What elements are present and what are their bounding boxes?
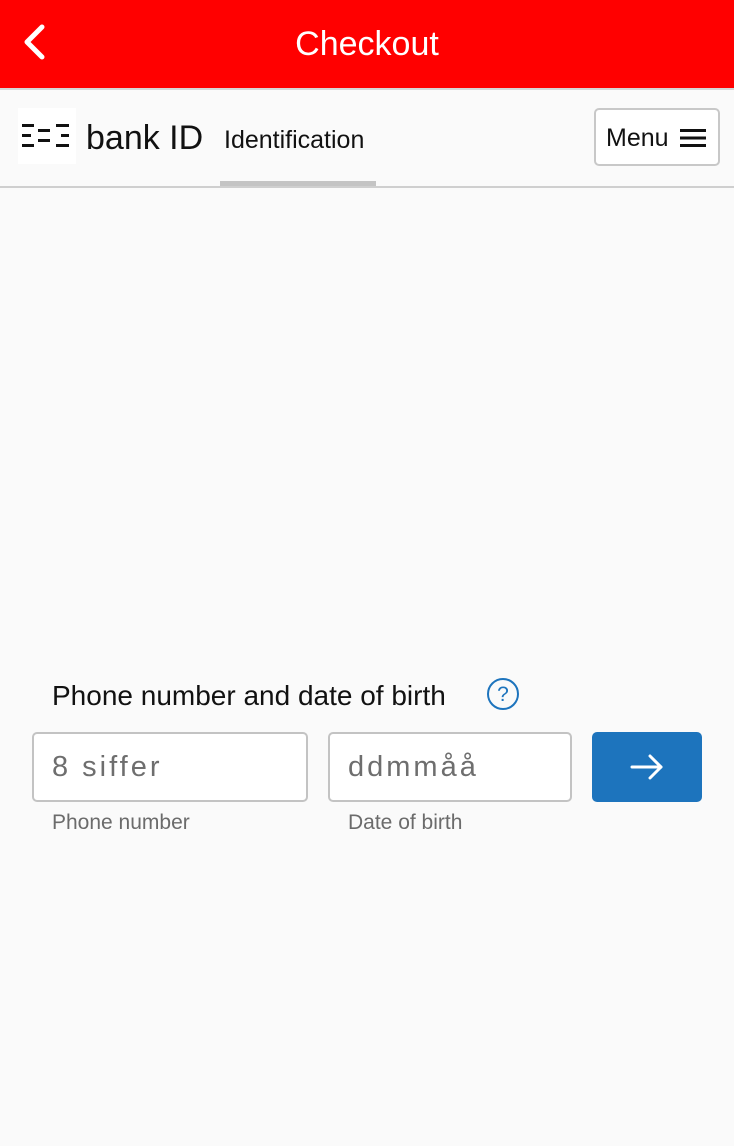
menu-button[interactable]: Menu bbox=[594, 108, 720, 166]
divider bbox=[0, 186, 734, 188]
date-of-birth-input[interactable] bbox=[328, 732, 572, 802]
arrow-right-icon bbox=[630, 754, 663, 780]
bankid-logo-icon bbox=[18, 108, 76, 164]
bankid-wordmark: bank ID bbox=[86, 119, 204, 157]
bankid-header: bank ID Identification Menu bbox=[0, 90, 734, 186]
svg-text:?: ? bbox=[497, 683, 509, 706]
phone-number-caption: Phone number bbox=[52, 811, 190, 834]
tab-identification-label: Identification bbox=[224, 126, 365, 154]
question-circle-icon[interactable]: ? bbox=[486, 677, 520, 711]
form-label: Phone number and date of birth bbox=[52, 680, 446, 711]
tab-identification[interactable]: Identification bbox=[220, 116, 376, 186]
phone-number-input[interactable] bbox=[32, 732, 308, 802]
date-of-birth-caption: Date of birth bbox=[348, 811, 463, 834]
next-button[interactable] bbox=[592, 732, 702, 802]
top-app-bar: Checkout bbox=[0, 0, 734, 88]
checkout-page: Checkout bank ID Identification Menu Pho… bbox=[0, 0, 734, 1146]
menu-button-label: Menu bbox=[606, 124, 669, 152]
hamburger-icon bbox=[680, 129, 706, 147]
page-title: Checkout bbox=[295, 25, 439, 63]
